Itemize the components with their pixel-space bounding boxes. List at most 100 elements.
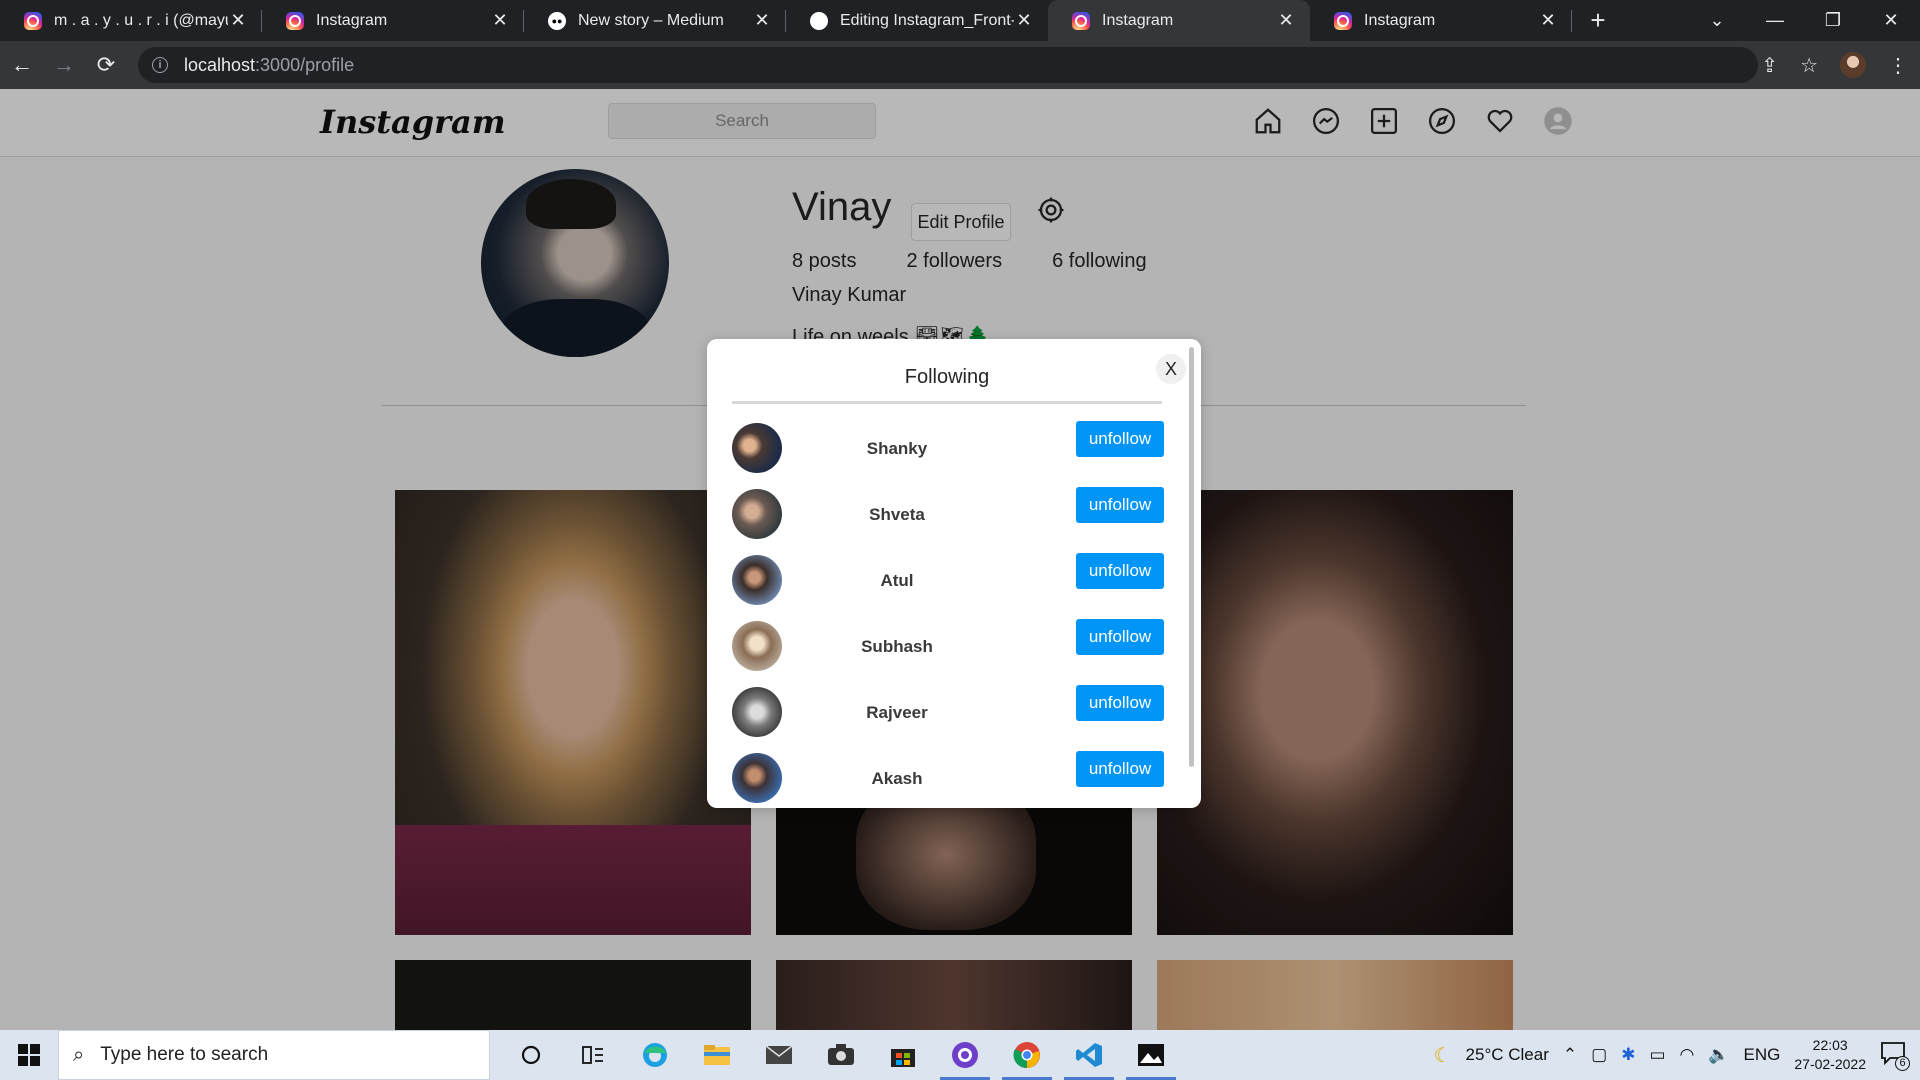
- unfollow-button[interactable]: unfollow: [1076, 421, 1164, 457]
- following-list-item: Subhash unfollow: [732, 619, 1164, 671]
- user-name[interactable]: Subhash: [782, 637, 1012, 657]
- user-avatar[interactable]: [732, 753, 782, 803]
- share-icon[interactable]: ⇪: [1761, 53, 1778, 78]
- back-button[interactable]: ←: [2, 45, 42, 85]
- user-name[interactable]: Shanky: [782, 439, 1012, 459]
- chrome-icon[interactable]: [996, 1030, 1058, 1080]
- volume-icon[interactable]: 🔈: [1708, 1045, 1729, 1065]
- new-tab-button[interactable]: +: [1578, 0, 1618, 41]
- minimize-button[interactable]: —: [1746, 10, 1804, 31]
- web-page: Instagram Search Vinay Edit Profile 8 po…: [0, 89, 1920, 1030]
- close-modal-button[interactable]: X: [1156, 354, 1186, 384]
- weather-text[interactable]: 25°C Clear: [1466, 1045, 1549, 1065]
- tab-title: Instagram: [1102, 11, 1174, 29]
- instagram-icon: [1072, 11, 1090, 30]
- instagram-icon: [24, 11, 42, 30]
- unfollow-button[interactable]: unfollow: [1076, 751, 1164, 787]
- windows-start-button[interactable]: [0, 1030, 58, 1080]
- edge-browser-icon[interactable]: [624, 1030, 686, 1080]
- user-name[interactable]: Akash: [782, 769, 1012, 789]
- close-tab-icon[interactable]: ✕: [752, 10, 772, 31]
- modal-scrollbar[interactable]: [1189, 347, 1194, 767]
- tab-separator: [1571, 10, 1572, 32]
- restore-button[interactable]: ❐: [1804, 10, 1862, 31]
- browser-menu-icon[interactable]: ⋮: [1888, 53, 1908, 78]
- browser-tab-strip: m . a . y . u . r . i (@mayuriw ✕ Instag…: [0, 0, 1920, 41]
- windows-taskbar: ⌕ Type here to search ☾ 25°C Clear ⌃ ▢ ✱…: [0, 1030, 1920, 1080]
- taskbar-apps: [500, 1030, 1182, 1080]
- system-tray: ☾ 25°C Clear ⌃ ▢ ✱ ▭ ◠ 🔈 ENG 22:03 27-02…: [1434, 1030, 1920, 1080]
- user-avatar[interactable]: [732, 555, 782, 605]
- weather-moon-icon[interactable]: ☾: [1434, 1043, 1452, 1068]
- file-explorer-icon[interactable]: [686, 1030, 748, 1080]
- close-tab-icon[interactable]: ✕: [1014, 10, 1034, 31]
- close-tab-icon[interactable]: ✕: [228, 10, 248, 31]
- camera-icon[interactable]: [810, 1030, 872, 1080]
- meet-now-icon[interactable]: ▢: [1591, 1045, 1607, 1065]
- task-view-icon[interactable]: [562, 1030, 624, 1080]
- user-name[interactable]: Rajveer: [782, 703, 1012, 723]
- close-tab-icon[interactable]: ✕: [1538, 10, 1558, 31]
- url-path: :3000/profile: [255, 54, 355, 75]
- url-host: localhost: [184, 54, 256, 75]
- instagram-icon: [1334, 11, 1352, 30]
- search-icon: ⌕: [73, 1043, 85, 1066]
- browser-toolbar: ← → ⟳ i localhost:3000/profile ⇪ ☆ ⋮: [0, 41, 1920, 89]
- unfollow-button[interactable]: unfollow: [1076, 619, 1164, 655]
- unfollow-button[interactable]: unfollow: [1076, 685, 1164, 721]
- toolbar-actions: ⇪ ☆ ⋮: [1761, 47, 1908, 83]
- close-tab-icon[interactable]: ✕: [1276, 10, 1296, 31]
- windows-logo-icon: [18, 1044, 40, 1066]
- browser-profile-avatar[interactable]: [1840, 52, 1866, 78]
- following-list-item: Rajveer unfollow: [732, 685, 1164, 737]
- battery-icon[interactable]: ▭: [1649, 1045, 1665, 1065]
- notification-center-icon[interactable]: 6: [1880, 1041, 1910, 1071]
- browser-tab[interactable]: Editing Instagram_Front-en ✕: [786, 0, 1048, 41]
- user-name[interactable]: Shveta: [782, 505, 1012, 525]
- github-desktop-icon[interactable]: [934, 1030, 996, 1080]
- reload-button[interactable]: ⟳: [86, 45, 126, 85]
- tab-title: Instagram: [316, 11, 388, 29]
- wifi-icon[interactable]: ◠: [1680, 1045, 1695, 1065]
- user-avatar[interactable]: [732, 423, 782, 473]
- microsoft-store-icon[interactable]: [872, 1030, 934, 1080]
- bookmark-star-icon[interactable]: ☆: [1800, 53, 1818, 78]
- close-tab-icon[interactable]: ✕: [490, 10, 510, 31]
- browser-tab-active[interactable]: Instagram ✕: [1048, 0, 1310, 41]
- browser-tab[interactable]: ●● New story – Medium ✕: [524, 0, 786, 41]
- chevron-up-icon[interactable]: ⌃: [1563, 1045, 1577, 1065]
- unfollow-button[interactable]: unfollow: [1076, 553, 1164, 589]
- following-list-item: Shveta unfollow: [732, 487, 1164, 539]
- browser-tab[interactable]: Instagram ✕: [262, 0, 524, 41]
- github-icon: [810, 11, 828, 30]
- user-avatar[interactable]: [732, 687, 782, 737]
- window-controls: ⌄ — ❐ ✕: [1688, 0, 1920, 41]
- user-avatar[interactable]: [732, 489, 782, 539]
- browser-tab[interactable]: Instagram ✕: [1310, 0, 1572, 41]
- cortana-icon[interactable]: [500, 1030, 562, 1080]
- tab-title: m . a . y . u . r . i (@mayuriw: [54, 11, 228, 29]
- clock[interactable]: 22:03 27-02-2022: [1794, 1036, 1866, 1074]
- site-info-icon[interactable]: i: [152, 57, 168, 73]
- tab-search-icon[interactable]: ⌄: [1688, 10, 1746, 31]
- vscode-icon[interactable]: [1058, 1030, 1120, 1080]
- clock-date: 27-02-2022: [1794, 1056, 1866, 1072]
- photos-icon[interactable]: [1120, 1030, 1182, 1080]
- mail-icon[interactable]: [748, 1030, 810, 1080]
- medium-icon: ●●: [548, 11, 566, 30]
- taskbar-search-placeholder: Type here to search: [100, 1044, 269, 1065]
- user-avatar[interactable]: [732, 621, 782, 671]
- unfollow-button[interactable]: unfollow: [1076, 487, 1164, 523]
- language-indicator[interactable]: ENG: [1744, 1045, 1781, 1065]
- user-name[interactable]: Atul: [782, 571, 1012, 591]
- clock-time: 22:03: [1812, 1037, 1848, 1053]
- browser-tab[interactable]: m . a . y . u . r . i (@mayuriw ✕: [0, 0, 262, 41]
- following-list-item: Akash unfollow: [732, 751, 1164, 803]
- tab-title: Instagram: [1364, 11, 1436, 29]
- modal-title: Following: [904, 366, 990, 388]
- address-bar[interactable]: i localhost:3000/profile: [138, 47, 1758, 83]
- bluetooth-icon[interactable]: ✱: [1621, 1045, 1635, 1065]
- close-window-button[interactable]: ✕: [1862, 10, 1920, 31]
- forward-button[interactable]: →: [44, 45, 84, 85]
- taskbar-search-input[interactable]: ⌕ Type here to search: [58, 1030, 490, 1080]
